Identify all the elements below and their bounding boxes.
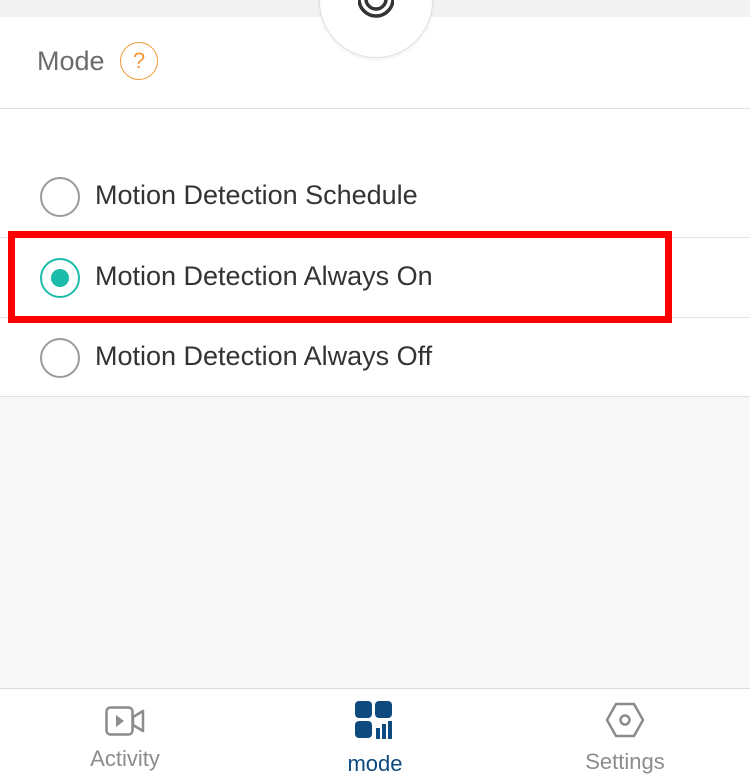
hexagon-gear-icon: [605, 702, 645, 738]
tab-settings[interactable]: Settings: [500, 689, 750, 779]
radio-dot: [51, 269, 69, 287]
divider: [0, 396, 750, 397]
radio-button[interactable]: [40, 338, 80, 378]
option-label: Motion Detection Always Off: [95, 341, 433, 371]
mode-grid-icon: [355, 701, 392, 739]
tab-activity[interactable]: Activity: [0, 689, 250, 779]
radio-button-selected[interactable]: [40, 258, 80, 298]
tab-bar: Activity mode Settings: [0, 688, 750, 779]
option-label: Motion Detection Schedule: [95, 180, 418, 210]
option-motion-detection-schedule[interactable]: Motion Detection Schedule: [0, 157, 750, 237]
tab-label: Settings: [585, 749, 665, 774]
help-icon[interactable]: ?: [120, 42, 158, 80]
option-label: Motion Detection Always On: [95, 261, 433, 291]
radio-button[interactable]: [40, 177, 80, 217]
mode-options-list: Motion Detection Schedule Motion Detecti…: [0, 109, 750, 397]
tab-mode[interactable]: mode: [250, 689, 500, 779]
page-title: Mode: [37, 46, 105, 76]
camera-lens-icon: [358, 0, 394, 18]
option-motion-detection-always-off[interactable]: Motion Detection Always Off: [0, 317, 750, 398]
video-camera-icon: [105, 706, 145, 736]
option-motion-detection-always-on[interactable]: Motion Detection Always On: [0, 237, 750, 318]
tab-label: mode: [347, 751, 403, 776]
tab-label: Activity: [90, 746, 160, 771]
